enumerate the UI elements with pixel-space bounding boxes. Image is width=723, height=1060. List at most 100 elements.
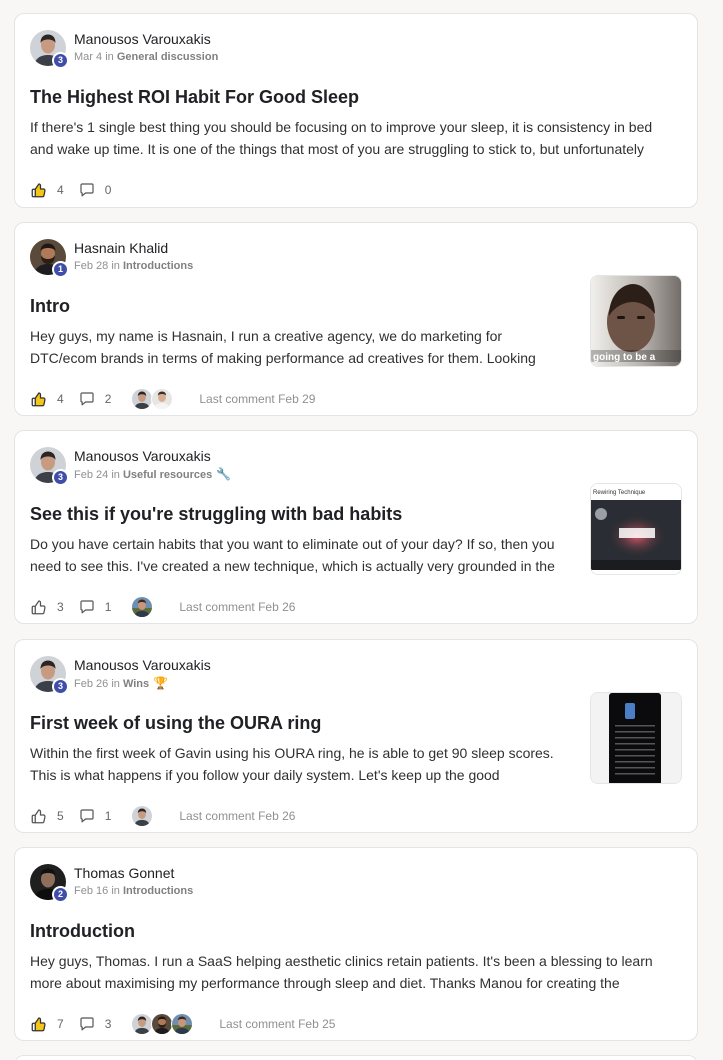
- level-badge: 3: [52, 678, 69, 695]
- post-meta: Feb 24 in Useful resources 🔧: [74, 467, 231, 482]
- like-count: 7: [57, 1017, 64, 1031]
- post-card[interactable]: 3 Manousos Varouxakis Feb 24 in Useful r…: [14, 430, 698, 624]
- comment-bubble-icon: [78, 598, 96, 616]
- post-date: Feb 26: [74, 678, 109, 690]
- thumbs-up-icon: [30, 181, 48, 199]
- like-button[interactable]: 4: [30, 181, 64, 199]
- comment-button[interactable]: 2: [78, 390, 112, 408]
- phone-screenshot-image: [591, 693, 681, 783]
- thumbnail-caption: Rewiring Technique: [593, 490, 646, 496]
- commenter-avatar: [131, 596, 154, 618]
- in-label: in: [111, 678, 120, 690]
- post-body: Do you have certain habits that you want…: [30, 536, 555, 574]
- author-name[interactable]: Hasnain Khalid: [74, 240, 193, 257]
- post-header: 2 Thomas Gonnet Feb 16 in Introductions: [30, 864, 682, 904]
- like-button[interactable]: 5: [30, 807, 64, 825]
- post-card[interactable]: [14, 1055, 698, 1060]
- comment-button[interactable]: 1: [78, 807, 112, 825]
- post-meta: Feb 26 in Wins 🏆: [74, 676, 211, 691]
- post-body: Within the first week of Gavin using his…: [30, 745, 554, 783]
- post-header: 3 Manousos Varouxakis Feb 24 in Useful r…: [30, 447, 682, 487]
- category-link[interactable]: Useful resources: [123, 469, 212, 481]
- avatar[interactable]: 2: [30, 864, 69, 903]
- level-badge: 3: [52, 469, 69, 486]
- in-label: in: [111, 469, 120, 481]
- category-link[interactable]: Introductions: [123, 885, 193, 897]
- post-thumbnail[interactable]: [590, 692, 682, 784]
- thumbs-up-icon: [30, 390, 48, 408]
- post-title[interactable]: Intro: [30, 295, 682, 317]
- author-name[interactable]: Thomas Gonnet: [74, 865, 193, 882]
- avatar[interactable]: 3: [30, 30, 69, 69]
- post-footer: 4 2 Last comment Feb 29: [30, 379, 682, 419]
- like-button[interactable]: 4: [30, 390, 64, 408]
- post-header: 3 Manousos Varouxakis Feb 26 in Wins 🏆: [30, 656, 682, 696]
- post-title[interactable]: The Highest ROI Habit For Good Sleep: [30, 86, 682, 108]
- in-label: in: [105, 51, 114, 63]
- post-body: Hey guys, Thomas. I run a SaaS helping a…: [30, 953, 653, 991]
- avatar[interactable]: 1: [30, 239, 69, 278]
- post-thumbnail[interactable]: going to be a: [590, 275, 682, 367]
- in-label: in: [111, 885, 120, 897]
- thumbs-up-icon: [30, 598, 48, 616]
- last-comment-time: Last comment Feb 26: [179, 600, 296, 614]
- like-count: 3: [57, 600, 64, 614]
- commenter-avatar: [131, 388, 154, 410]
- comment-bubble-icon: [78, 1015, 96, 1033]
- comment-count: 2: [104, 392, 112, 406]
- post-date: Feb 24: [74, 469, 109, 481]
- comment-button[interactable]: 1: [78, 598, 111, 616]
- commenter-avatars: [131, 1013, 194, 1035]
- author-name[interactable]: Manousos Varouxakis: [74, 31, 218, 48]
- video-thumbnail-image: Rewiring Technique: [591, 484, 681, 574]
- comment-button[interactable]: 0: [78, 181, 112, 199]
- post-body: Hey guys, my name is Hasnain, I run a cr…: [30, 328, 536, 366]
- level-badge: 2: [52, 886, 69, 903]
- trophy-icon: 🏆: [153, 676, 169, 690]
- post-body: If there's 1 single best thing you shoul…: [30, 119, 653, 157]
- post-meta: Feb 16 in Introductions: [74, 884, 193, 898]
- like-count: 5: [57, 809, 64, 823]
- post-header: 1 Hasnain Khalid Feb 28 in Introductions: [30, 239, 682, 279]
- post-title[interactable]: Introduction: [30, 920, 682, 942]
- like-count: 4: [57, 392, 64, 406]
- post-card[interactable]: 2 Thomas Gonnet Feb 16 in Introductions …: [14, 847, 698, 1041]
- commenter-avatars: [131, 805, 154, 827]
- category-link[interactable]: General discussion: [117, 51, 218, 63]
- wrench-icon: 🔧: [216, 467, 232, 481]
- author-name[interactable]: Manousos Varouxakis: [74, 657, 211, 674]
- comment-bubble-icon: [78, 390, 96, 408]
- commenter-avatars: [131, 388, 174, 410]
- thumbnail-caption: going to be a: [593, 352, 656, 363]
- like-button[interactable]: 7: [30, 1015, 64, 1033]
- post-title[interactable]: See this if you're struggling with bad h…: [30, 503, 682, 525]
- comment-button[interactable]: 3: [78, 1015, 111, 1033]
- comment-count: 1: [104, 809, 112, 823]
- category-link[interactable]: Wins: [123, 678, 149, 690]
- avatar[interactable]: 3: [30, 447, 69, 486]
- post-card[interactable]: 1 Hasnain Khalid Feb 28 in Introductions…: [14, 222, 698, 416]
- category-link[interactable]: Introductions: [123, 260, 193, 272]
- last-comment-time: Last comment Feb 25: [219, 1017, 336, 1031]
- post-card[interactable]: 3 Manousos Varouxakis Mar 4 in General d…: [14, 13, 698, 208]
- like-button[interactable]: 3: [30, 598, 64, 616]
- post-footer: 7 3 Last comment Feb 25: [30, 1004, 682, 1044]
- last-comment-time: Last comment Feb 29: [199, 392, 316, 406]
- post-title[interactable]: First week of using the OURA ring: [30, 712, 682, 734]
- post-card[interactable]: 3 Manousos Varouxakis Feb 26 in Wins 🏆 Fi…: [14, 639, 698, 833]
- post-date: Mar 4: [74, 51, 103, 63]
- comment-count: 0: [104, 183, 112, 197]
- level-badge: 3: [52, 52, 69, 69]
- commenter-avatar: [131, 1013, 154, 1035]
- author-name[interactable]: Manousos Varouxakis: [74, 448, 231, 465]
- avatar[interactable]: 3: [30, 656, 69, 695]
- commenter-avatar: [151, 1013, 174, 1035]
- post-thumbnail[interactable]: Rewiring Technique: [590, 483, 682, 575]
- like-count: 4: [57, 183, 64, 197]
- commenter-avatar: [131, 805, 154, 827]
- level-badge: 1: [52, 261, 69, 278]
- post-date: Feb 28: [74, 260, 109, 272]
- last-comment-time: Last comment Feb 26: [179, 809, 296, 823]
- commenter-avatars: [131, 596, 154, 618]
- comment-bubble-icon: [78, 807, 96, 825]
